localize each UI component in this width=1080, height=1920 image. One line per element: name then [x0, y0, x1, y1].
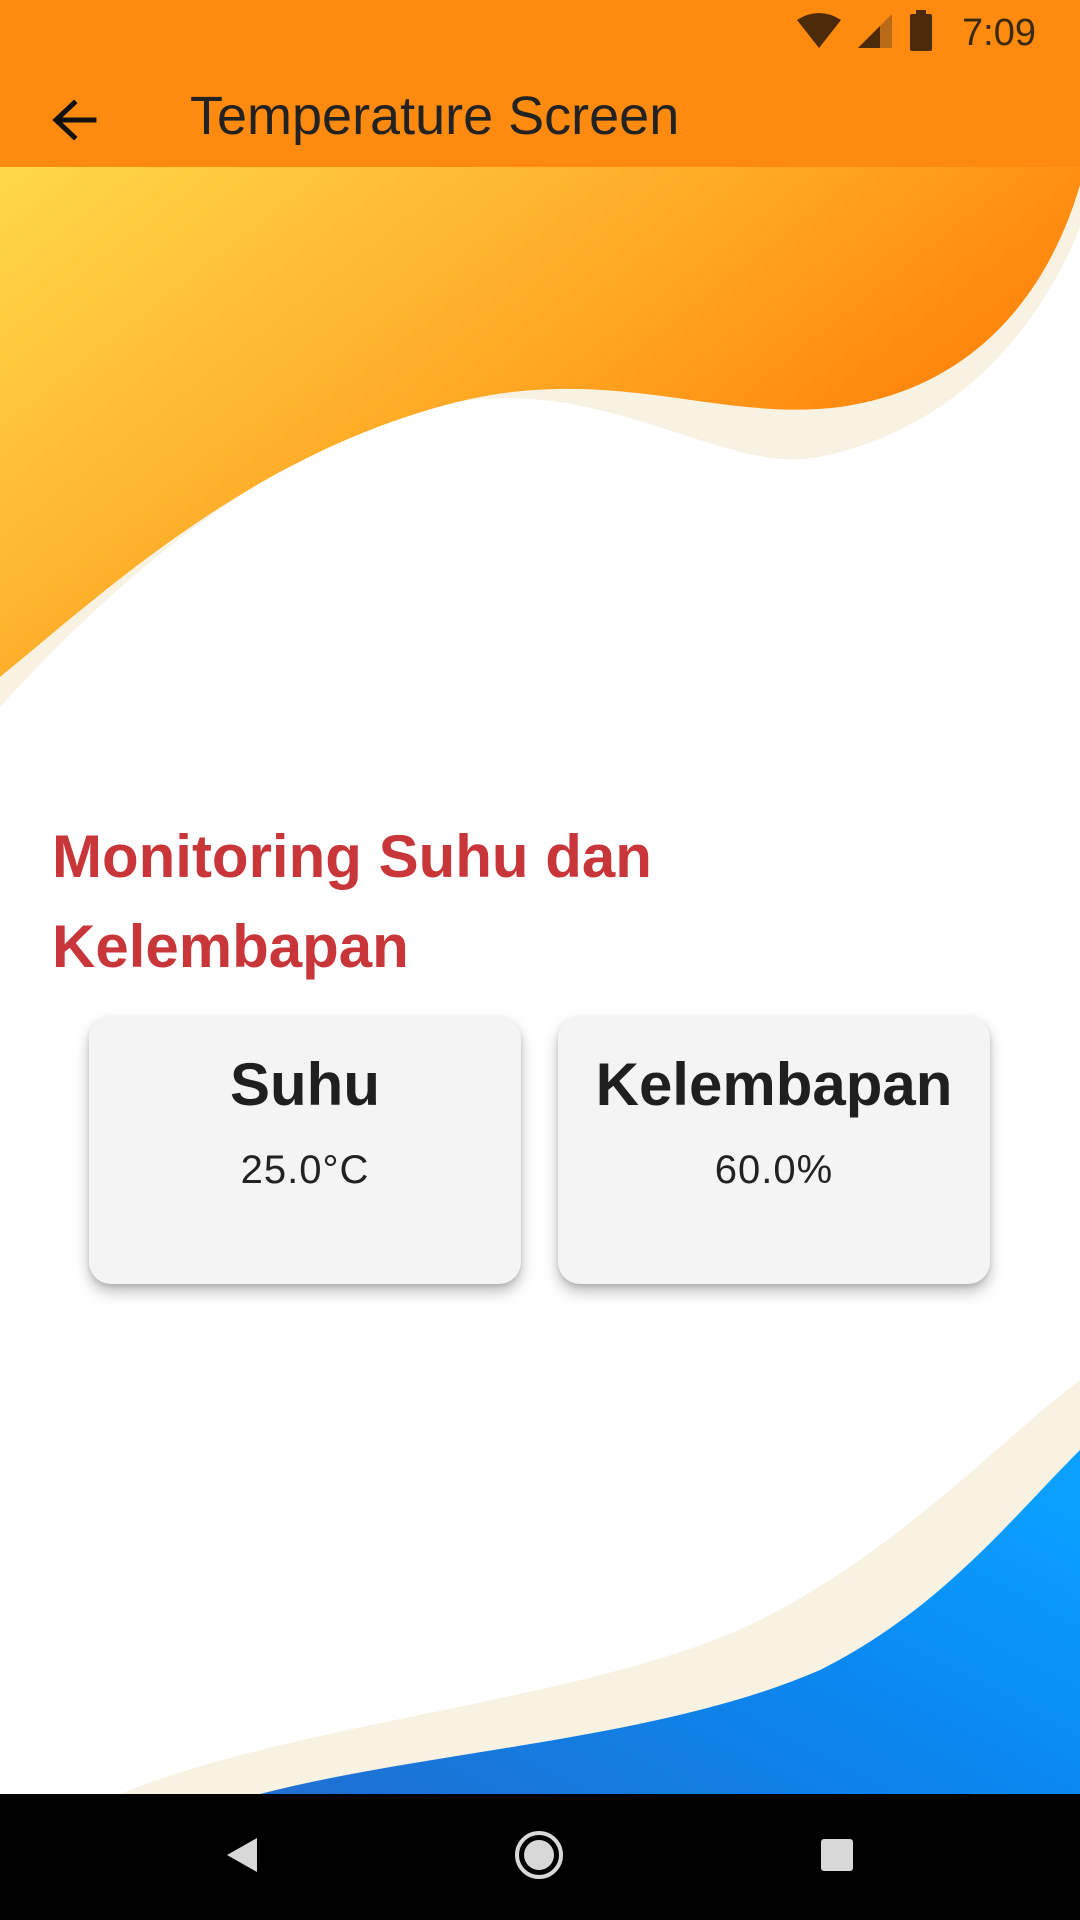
nav-home-button[interactable] [504, 1822, 574, 1892]
back-button[interactable] [40, 88, 108, 156]
page-heading: Monitoring Suhu dan Kelembapan [52, 823, 652, 980]
card-title: Suhu [230, 1051, 380, 1118]
battery-icon [908, 9, 934, 57]
bottom-wave-decoration [120, 1380, 1080, 1794]
system-navigation-bar [0, 1794, 1080, 1920]
nav-home-icon [513, 1829, 565, 1886]
arrow-left-icon [50, 98, 98, 147]
top-wave-decoration [0, 167, 1080, 707]
cell-signal-icon [856, 12, 894, 55]
status-time: 7:09 [962, 12, 1036, 54]
humidity-card: Kelembapan 60.0% [558, 1016, 990, 1284]
humidity-value: 60.0% [714, 1148, 834, 1192]
temperature-value: 25.0°C [240, 1148, 370, 1192]
card-title: Kelembapan [595, 1051, 953, 1118]
nav-recents-button[interactable] [802, 1822, 872, 1892]
app-bar: Temperature Screen [0, 66, 1080, 167]
temperature-card: Suhu 25.0°C [89, 1016, 521, 1284]
nav-back-button[interactable] [206, 1822, 276, 1892]
nav-back-icon [221, 1835, 261, 1880]
status-icons: 7:09 [796, 9, 1036, 57]
wifi-icon [796, 12, 842, 55]
status-bar: 7:09 [0, 0, 1080, 66]
temperature-screen: 7:09 Temperature Screen Monitoring Suhu … [0, 0, 1080, 1920]
nav-recents-icon [819, 1837, 855, 1878]
app-title: Temperature Screen [190, 86, 680, 146]
